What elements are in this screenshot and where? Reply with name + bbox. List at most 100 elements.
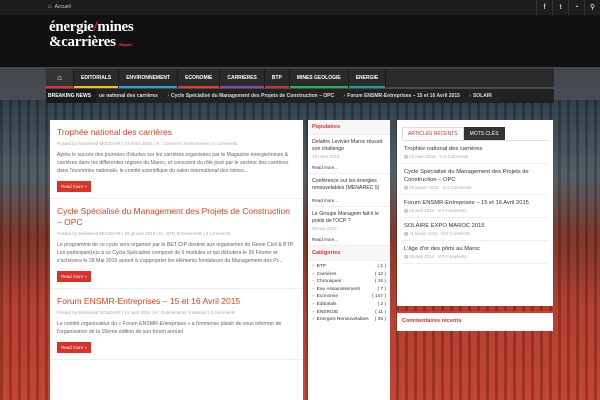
recent-article-item: Forum ENSMR-Entreprises – 15 et 16 Avril… — [402, 195, 548, 218]
post-item: Forum ENSMR-Entreprises – 15 et 16 Avril… — [50, 289, 303, 360]
recent-article-title[interactable]: SOLAIRE EXPO MAROC 2015 — [404, 222, 546, 230]
post-title[interactable]: Trophée national des carrières — [57, 127, 296, 138]
recent-article-comments[interactable]: 0 Comments — [444, 154, 468, 159]
breaking-news-bar: BREAKING NEWS ue national des carrières … — [46, 89, 554, 103]
calendar-icon: ▦ — [404, 154, 409, 159]
recent-article-item: Cycle Spécialisé du Management des Proje… — [402, 164, 548, 195]
recent-article-title[interactable]: Trophée national des carrières — [404, 145, 546, 153]
tab-recent-articles[interactable]: ARTICLES RÉCENTS — [402, 127, 464, 140]
recent-article-item: SOLAIRE EXPO MAROC 2015 ▦ 11 février 201… — [402, 218, 548, 241]
logo-carrieres: &carrières — [49, 34, 116, 50]
recent-comments-widget: Commentaires récents — [397, 311, 553, 331]
breaking-item[interactable]: Forum ENSMR-Entreprises – 15 et 16 Avril… — [347, 93, 460, 99]
comment-icon: ✉ — [442, 185, 446, 190]
category-item[interactable]: ENERGIE( 11 ) — [312, 309, 386, 317]
widget-tabs: ARTICLES RÉCENTS MOTS CLÉS — [402, 127, 548, 141]
comment-icon: ✉ — [439, 154, 443, 159]
popular-title: Populaires — [308, 120, 390, 135]
site-logo[interactable]: énergie/mines &carrières Magazine — [49, 19, 134, 52]
calendar-icon: ▦ — [404, 208, 409, 213]
recent-article-title[interactable]: Cycle Spécialisé du Management des Proje… — [404, 168, 546, 184]
popular-item-title[interactable]: Le Groupe Managem fait-il le poids de l'… — [312, 211, 386, 225]
chevron-right-icon: › — [343, 93, 346, 99]
category-item[interactable]: Eau Assainissement( 7 ) — [312, 286, 386, 294]
post-title[interactable]: Forum ENSMR-Entreprises – 15 et 16 Avril… — [57, 296, 296, 307]
top-bar: ⌂ Accueil f t ◔ ⚲ — [0, 0, 600, 15]
post-list: Trophée national des carrières Posted by… — [50, 120, 303, 400]
recent-article-date: 03 mars 2016 — [409, 154, 436, 159]
double-chevron-icon: » — [84, 345, 88, 350]
popular-item: Conférence sur les énergies renouvelable… — [308, 174, 390, 207]
post-title[interactable]: Cycle Spécialisé du Management des Proje… — [57, 206, 296, 228]
nav-home-icon[interactable]: ⌂ — [46, 69, 74, 88]
recent-article-comments[interactable]: 0 Comments — [446, 231, 470, 236]
categories-list: BTP( 2 ) Carrières( 12 ) Chroniques( 16 … — [308, 261, 390, 326]
read-more-link[interactable]: Read more... — [312, 165, 386, 170]
post-meta: Posted by Mohamed MOUDAIR | 03 mars 2016… — [57, 141, 238, 146]
social-icons: f t ◔ ⚲ — [536, 0, 600, 15]
post-item: Cycle Spécialisé du Management des Proje… — [50, 199, 303, 289]
double-chevron-icon: » — [84, 184, 88, 189]
facebook-icon[interactable]: f — [536, 0, 552, 15]
read-more-link[interactable]: Read more... — [312, 198, 386, 203]
category-item[interactable]: Chroniques( 16 ) — [312, 278, 386, 286]
chevron-right-icon: › — [469, 93, 471, 99]
recent-articles-widget: ARTICLES RÉCENTS MOTS CLÉS Trophée natio… — [397, 120, 553, 306]
category-item[interactable]: Economie( 147 ) — [312, 293, 386, 301]
nav-item-economie[interactable]: ECONOMIE — [178, 69, 221, 88]
home-icon: ⌂ — [48, 4, 52, 10]
popular-item: Delattre Levivier Maroc réussit son chal… — [308, 135, 390, 174]
nav-item-editorials[interactable]: EDITORIALS — [74, 69, 120, 88]
nav-item-energie[interactable]: ENERGIE — [348, 69, 387, 88]
comment-icon: ✉ — [441, 231, 445, 236]
popular-item-title[interactable]: Conférence sur les énergies renouvelable… — [312, 178, 386, 192]
tab-keywords[interactable]: MOTS CLÉS — [463, 127, 505, 140]
nav-item-environnement[interactable]: ENVIRONNEMENT — [119, 69, 179, 88]
recent-article-item: Trophée national des carrières ▦ 03 mars… — [402, 141, 548, 164]
nav-item-carrieres[interactable]: CARRIERES — [220, 69, 265, 88]
read-more-button[interactable]: Read more » — [57, 181, 92, 192]
category-item[interactable]: Carrières( 12 ) — [312, 271, 386, 279]
popular-item: Le Groupe Managem fait-il le poids de l'… — [308, 207, 390, 246]
home-link[interactable]: ⌂ Accueil — [48, 0, 71, 15]
recent-article-title[interactable]: L'âge d'or des pôrts au Maroc — [404, 245, 546, 253]
recent-article-date: 15 avril 2015 — [409, 208, 434, 213]
category-item[interactable]: Energies Renouvelables( 35 ) — [312, 316, 386, 324]
post-excerpt: Après le succès des journées d'études su… — [57, 152, 289, 174]
category-item[interactable]: Editorials( 2 ) — [312, 301, 386, 309]
breaking-item[interactable]: Cycle Spécialisé du Management des Proje… — [171, 93, 334, 99]
right-sidebar: ARTICLES RÉCENTS MOTS CLÉS Trophée natio… — [397, 120, 553, 400]
calendar-icon: ▦ — [404, 231, 409, 236]
recent-article-date: 11 février 2015 — [409, 231, 438, 236]
twitter-icon[interactable]: t — [552, 0, 568, 15]
popular-item-date: 05 mai 2012 — [312, 226, 337, 231]
recent-article-date: 26 janvier 2016 — [409, 185, 439, 190]
recent-article-comments[interactable]: 0 Comments — [442, 254, 466, 259]
read-more-button[interactable]: Read more » — [57, 271, 92, 282]
recent-article-comments[interactable]: 0 Comments — [447, 185, 471, 190]
main-nav: ⌂ EDITORIALS ENVIRONNEMENT ECONOMIE CARR… — [46, 68, 554, 88]
recent-article-item: L'âge d'or des pôrts au Maroc ▦ 26 avril… — [402, 241, 548, 264]
calendar-icon: ▦ — [404, 185, 409, 190]
read-more-link[interactable]: Read more... — [312, 237, 386, 242]
double-chevron-icon: » — [84, 274, 88, 279]
recent-article-title[interactable]: Forum ENSMR-Entreprises – 15 et 16 Avril… — [404, 199, 546, 207]
read-more-button[interactable]: Read more » — [57, 342, 92, 353]
popular-sidebar: Populaires Delattre Levivier Maroc réuss… — [308, 120, 390, 400]
category-item[interactable]: BTP( 2 ) — [312, 263, 386, 271]
recent-comments-title: Commentaires récents — [402, 318, 462, 324]
search-icon[interactable]: ⚲ — [584, 0, 600, 15]
recent-article-comments[interactable]: 0 Comments — [442, 208, 466, 213]
logo-energie: énergie — [49, 19, 94, 35]
logo-mines: mines — [97, 19, 134, 35]
rss-icon[interactable]: ◔ — [568, 0, 584, 15]
calendar-icon: ▦ — [404, 254, 409, 259]
nav-item-btp[interactable]: BTP — [264, 69, 290, 88]
popular-item-title[interactable]: Delattre Levivier Maroc réussit son chal… — [312, 139, 386, 153]
comment-icon: ✉ — [437, 254, 442, 259]
popular-item-date: 28 mars 2013 — [312, 154, 340, 159]
post-item: Trophée national des carrières Posted by… — [50, 120, 303, 199]
breaking-item[interactable]: ue national des carrières — [99, 93, 158, 99]
breaking-item[interactable]: SOLAIR — [473, 93, 492, 99]
nav-item-mines-geologie[interactable]: MINES GEOLOGIE — [289, 69, 349, 88]
